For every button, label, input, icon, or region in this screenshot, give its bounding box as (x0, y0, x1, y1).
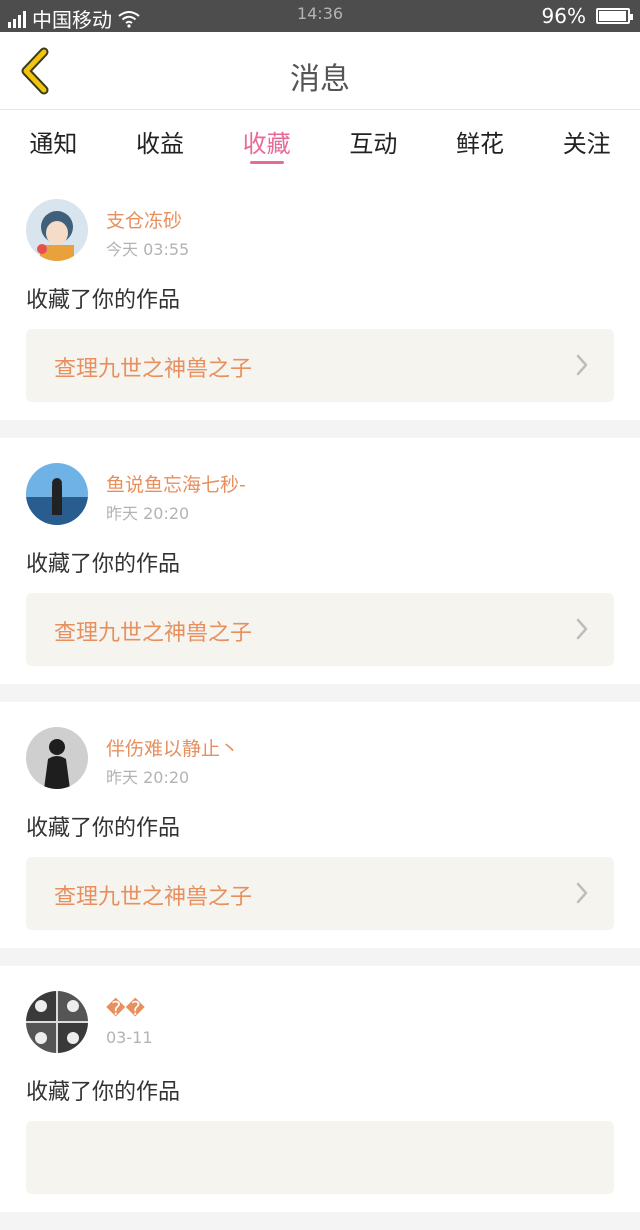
user-name[interactable]: 鱼说鱼忘海七秒- (106, 470, 246, 497)
avatar[interactable] (26, 463, 88, 525)
avatar[interactable] (26, 991, 88, 1053)
tab-earnings[interactable]: 收益 (107, 110, 214, 174)
message-list: 支仓冻砂 今天 03:55 收藏了你的作品 查理九世之神兽之子 鱼说鱼忘海七秒-… (0, 174, 640, 1230)
user-name[interactable]: 支仓冻砂 (106, 206, 182, 233)
message-time: 今天 03:55 (106, 240, 190, 259)
message-time: 昨天 20:20 (106, 768, 190, 787)
message-card: 鱼说鱼忘海七秒- 昨天 20:20 收藏了你的作品 查理九世之神兽之子 (0, 438, 640, 684)
message-card: 支仓冻砂 今天 03:55 收藏了你的作品 查理九世之神兽之子 (0, 174, 640, 420)
tab-follow[interactable]: 关注 (533, 110, 640, 174)
tab-bar: 通知 收益 收藏 互动 鲜花 关注 (0, 110, 640, 174)
status-bar: 中国移动 14:36 96% (0, 0, 640, 32)
message-action: 收藏了你的作品 (26, 816, 181, 841)
avatar[interactable] (26, 199, 88, 261)
tab-interaction[interactable]: 互动 (320, 110, 427, 174)
work-link[interactable]: 查理九世之神兽之子 (26, 329, 614, 402)
work-title: 查理九世之神兽之子 (54, 357, 253, 382)
work-link[interactable] (26, 1121, 614, 1194)
page-title: 消息 (290, 62, 350, 97)
battery-percent: 96% (541, 4, 586, 28)
chevron-right-icon (576, 618, 588, 640)
work-link[interactable]: 查理九世之神兽之子 (26, 857, 614, 930)
chevron-right-icon (576, 354, 588, 376)
work-title: 查理九世之神兽之子 (54, 621, 253, 646)
message-action: 收藏了你的作品 (26, 1080, 181, 1105)
work-link[interactable]: 查理九世之神兽之子 (26, 593, 614, 666)
message-time: 昨天 20:20 (106, 504, 190, 523)
nav-header: 消息 (0, 32, 640, 110)
user-name[interactable]: 伴伤难以静止丶 (106, 734, 239, 761)
message-card: 伴伤难以静止丶 昨天 20:20 收藏了你的作品 查理九世之神兽之子 (0, 702, 640, 948)
battery-icon (596, 8, 633, 24)
chevron-right-icon (576, 882, 588, 904)
message-action: 收藏了你的作品 (26, 552, 181, 577)
avatar[interactable] (26, 727, 88, 789)
message-time: 03-11 (106, 1028, 153, 1047)
tab-flowers[interactable]: 鲜花 (427, 110, 534, 174)
tab-notice[interactable]: 通知 (0, 110, 107, 174)
work-title: 查理九世之神兽之子 (54, 885, 253, 910)
message-card: �� 03-11 收藏了你的作品 (0, 966, 640, 1212)
message-action: 收藏了你的作品 (26, 288, 181, 313)
status-right: 96% (541, 4, 633, 28)
user-name[interactable]: �� (106, 998, 145, 1020)
tab-favorites[interactable]: 收藏 (213, 110, 320, 174)
